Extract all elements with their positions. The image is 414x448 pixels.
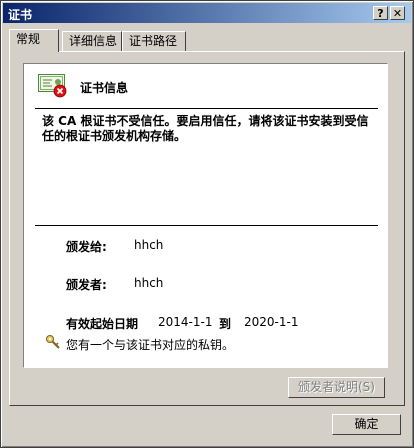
tab-certification-path[interactable]: 证书路径 [122, 31, 186, 51]
issued-to-label: 颁发给: [66, 240, 107, 254]
valid-from-label: 有效起始日期 [66, 317, 139, 331]
tab-general[interactable]: 常规 [9, 29, 59, 52]
close-button[interactable]: ✕ [390, 6, 405, 20]
window-title: 证书 [8, 8, 33, 22]
title-bar[interactable]: 证书 ? ✕ [3, 3, 411, 23]
certificate-info-heading: 证书信息 [80, 81, 129, 95]
untrusted-warning: 该 CA 根证书不受信任。要启用信任，请将该证书安装到受信任的根证书颁发机构存储… [42, 114, 369, 143]
help-button[interactable]: ? [373, 6, 388, 20]
ok-button[interactable]: 确定 [332, 414, 401, 435]
private-key-text: 您有一个与该证书对应的私钥。 [66, 338, 235, 352]
divider [35, 108, 378, 109]
certificate-dialog: 证书 ? ✕ 常规 详细信息 证书路径 证书信息 该 CA 根证书不受信任。要启… [0, 0, 414, 448]
valid-to-value: 2020-1-1 [244, 315, 299, 329]
issuer-statement-button[interactable]: 颁发者说明(S) [288, 377, 385, 398]
tab-details[interactable]: 详细信息 [62, 31, 122, 51]
divider [35, 225, 378, 226]
certificate-info-box: 证书信息 该 CA 根证书不受信任。要启用信任，请将该证书安装到受信任的根证书颁… [23, 63, 388, 368]
valid-to-label: 到 [219, 317, 232, 331]
key-icon [46, 335, 60, 349]
issued-by-value: hhch [134, 276, 164, 290]
issued-to-value: hhch [134, 238, 164, 252]
valid-from-value: 2014-1-1 [158, 315, 213, 329]
certificate-error-icon [38, 74, 67, 98]
issued-by-label: 颁发者: [66, 278, 107, 292]
